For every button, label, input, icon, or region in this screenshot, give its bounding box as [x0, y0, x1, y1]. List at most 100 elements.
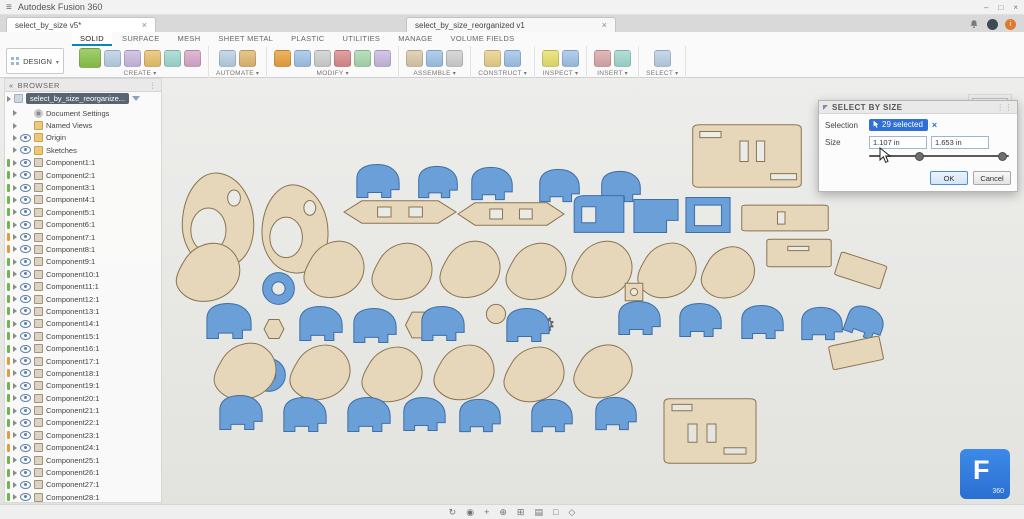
part-egg[interactable] — [176, 243, 239, 301]
tree-item[interactable]: Component17:1 — [5, 355, 161, 367]
tree-item[interactable]: Component26:1 — [5, 466, 161, 478]
grid-icon[interactable]: □ — [553, 508, 558, 517]
tree-item[interactable]: Named Views — [5, 119, 161, 131]
chevron-right-icon[interactable] — [13, 358, 17, 364]
tree-item[interactable]: Component22:1 — [5, 417, 161, 429]
ribbon-group-dropdown[interactable]: INSERT — [597, 70, 628, 77]
chevron-right-icon[interactable] — [13, 123, 17, 129]
ribbon-group-dropdown[interactable]: ASSEMBLE — [413, 70, 456, 77]
part-plate[interactable] — [742, 205, 828, 231]
dialog-header[interactable]: SELECT BY SIZE ⋮⋮ — [819, 101, 1017, 114]
part-donut[interactable] — [263, 273, 295, 305]
split-body-icon[interactable] — [374, 50, 391, 67]
visibility-eye-icon[interactable] — [20, 345, 31, 353]
size-range-slider[interactable] — [869, 151, 1009, 161]
visibility-eye-icon[interactable] — [20, 196, 31, 204]
rigid-group-icon[interactable] — [446, 50, 463, 67]
part-egg[interactable] — [506, 243, 566, 299]
display-settings-icon[interactable]: ▤ — [534, 508, 543, 517]
part-comma[interactable] — [354, 308, 396, 342]
ribbon-tab[interactable]: SOLID — [72, 32, 112, 46]
ribbon-tab[interactable]: SHEET METAL — [210, 32, 281, 46]
part-egg[interactable] — [362, 347, 422, 402]
axis-icon[interactable] — [504, 50, 521, 67]
ribbon-group-dropdown[interactable]: INSPECT — [543, 70, 579, 77]
minimize-button[interactable]: – — [984, 3, 988, 12]
visibility-eye-icon[interactable] — [20, 394, 31, 402]
chevron-right-icon[interactable] — [13, 494, 17, 500]
part-comma[interactable] — [802, 307, 842, 339]
drag-grip-icon[interactable]: ⋮⋮ — [996, 103, 1013, 112]
visibility-eye-icon[interactable] — [20, 283, 31, 291]
viewports-icon[interactable]: ◇ — [568, 508, 575, 517]
tree-item[interactable]: Component25:1 — [5, 454, 161, 466]
part-circle[interactable] — [486, 304, 505, 323]
visibility-eye-icon[interactable] — [20, 493, 31, 501]
part-egg[interactable] — [434, 345, 494, 400]
part-zigzag[interactable] — [344, 201, 456, 223]
tree-item[interactable]: Component2:1 — [5, 169, 161, 181]
part-comma[interactable] — [207, 304, 251, 339]
tree-item[interactable]: Component20:1 — [5, 392, 161, 404]
chevron-right-icon[interactable] — [13, 284, 17, 290]
part-egg[interactable] — [504, 347, 564, 402]
chevron-right-icon[interactable] — [13, 482, 17, 488]
part-egg[interactable] — [638, 243, 696, 298]
fillet-icon[interactable] — [294, 50, 311, 67]
tree-item[interactable]: Component10:1 — [5, 268, 161, 280]
chevron-right-icon[interactable] — [13, 197, 17, 203]
tree-item[interactable]: Component13:1 — [5, 305, 161, 317]
chevron-right-icon[interactable] — [13, 185, 17, 191]
collapse-chevrons-icon[interactable]: « — [9, 81, 14, 90]
visibility-eye-icon[interactable] — [20, 233, 31, 241]
info-badge-icon[interactable]: i — [1005, 19, 1016, 30]
tree-item[interactable]: Component24:1 — [5, 442, 161, 454]
configure-icon[interactable] — [219, 50, 236, 67]
workspace-selector[interactable]: DESIGN — [6, 48, 64, 74]
section-analysis-icon[interactable] — [562, 50, 579, 67]
chevron-right-icon[interactable] — [7, 96, 11, 102]
tree-item[interactable]: Component1:1 — [5, 157, 161, 169]
chevron-right-icon[interactable] — [13, 135, 17, 141]
tree-item[interactable]: Component16:1 — [5, 342, 161, 354]
browser-root-row[interactable]: select_by_size_reorganize... — [5, 92, 161, 105]
part-hex[interactable] — [264, 320, 284, 339]
hamburger-menu-icon[interactable]: ≡ — [6, 2, 12, 13]
part-comma[interactable] — [357, 164, 399, 197]
part-comma[interactable] — [404, 397, 445, 430]
chevron-right-icon[interactable] — [13, 432, 17, 438]
chevron-right-icon[interactable] — [13, 333, 17, 339]
new-sketch-icon[interactable] — [79, 48, 101, 68]
part-comma[interactable] — [284, 397, 326, 431]
ribbon-group-dropdown[interactable]: CREATE — [124, 70, 157, 77]
document-tab[interactable]: select_by_size_reorganized v1 × — [406, 17, 616, 32]
chevron-right-icon[interactable] — [13, 271, 17, 277]
slider-handle-max[interactable] — [998, 152, 1007, 161]
part-comma[interactable] — [419, 166, 458, 197]
extrude-icon[interactable] — [104, 50, 121, 67]
fusion-360-logo[interactable]: F 360 — [960, 449, 1010, 499]
part-plate[interactable] — [693, 125, 802, 188]
tree-item[interactable]: Component18:1 — [5, 367, 161, 379]
ribbon-group-dropdown[interactable]: MODIFY — [317, 70, 349, 77]
part-squarehole[interactable] — [625, 283, 643, 301]
tree-item[interactable]: Component27:1 — [5, 479, 161, 491]
document-tab[interactable]: select_by_size v5* × — [6, 17, 156, 32]
ribbon-tab[interactable]: UTILITIES — [335, 32, 389, 46]
ribbon-tab[interactable]: MANAGE — [390, 32, 440, 46]
visibility-eye-icon[interactable] — [20, 134, 31, 142]
look-at-icon[interactable]: ◉ — [466, 508, 474, 517]
part-frame[interactable] — [686, 198, 730, 233]
part-comma[interactable] — [422, 306, 464, 340]
chevron-right-icon[interactable] — [13, 370, 17, 376]
part-egg[interactable] — [440, 241, 500, 297]
close-button[interactable]: × — [1013, 3, 1018, 12]
chevron-right-icon[interactable] — [13, 172, 17, 178]
fit-icon[interactable]: ⊞ — [517, 508, 525, 517]
chevron-right-icon[interactable] — [13, 110, 17, 116]
loft-icon[interactable] — [164, 50, 181, 67]
slider-track[interactable] — [869, 155, 1009, 157]
visibility-eye-icon[interactable] — [20, 171, 31, 179]
visibility-eye-icon[interactable] — [20, 258, 31, 266]
ribbon-group-dropdown[interactable]: AUTOMATE — [216, 70, 259, 77]
